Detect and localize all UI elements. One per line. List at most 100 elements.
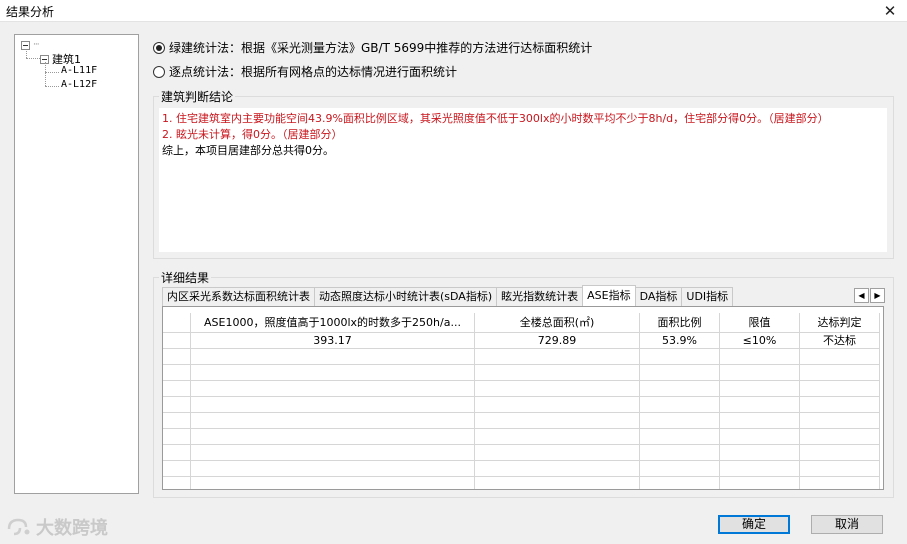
row-header[interactable] [163,413,191,429]
column-header-total-area[interactable]: 全楼总面积(㎡) [475,313,640,333]
empty-cell[interactable] [475,461,640,477]
column-header-area-ratio[interactable]: 面积比例 [640,313,720,333]
empty-cell[interactable] [191,477,475,489]
conclusion-group-label: 建筑判断结论 [159,88,236,105]
empty-cell[interactable] [475,445,640,461]
tree-root-dots: ··· [33,40,40,50]
tab-udi[interactable]: UDI指标 [681,287,734,306]
empty-cell[interactable] [720,477,800,489]
tree-item-floor-12[interactable]: A-L12F [61,79,97,90]
tab-scroll-left-icon[interactable]: ◀ [854,288,869,303]
tree-item-floor-label: A-L11F [61,65,98,76]
tree-item-floor-label: A-L12F [61,79,98,90]
cancel-button[interactable]: 取消 [811,515,883,534]
empty-cell[interactable] [720,397,800,413]
conclusion-text: 1. 住宅建筑室内主要功能空间43.9%面积比例区域，其采光照度值不低于300l… [159,108,887,252]
empty-cell[interactable] [191,413,475,429]
row-header[interactable] [163,461,191,477]
empty-cell[interactable] [800,413,880,429]
empty-cell[interactable] [800,445,880,461]
radio-checked-icon[interactable] [153,41,165,54]
empty-cell[interactable] [800,397,880,413]
method-option-green-building[interactable]: 绿建统计法：根据《采光测量方法》GB/T 5699中推荐的方法进行达标面积统计 [153,39,592,56]
close-icon[interactable]: ✕ [879,0,901,22]
empty-cell[interactable] [475,477,640,489]
empty-cell[interactable] [191,397,475,413]
watermark: 大数跨境 [6,514,108,540]
method-option-point-by-point[interactable]: 逐点统计法：根据所有网格点的达标情况进行面积统计 [153,63,457,80]
empty-cell[interactable] [475,381,640,397]
empty-cell[interactable] [720,381,800,397]
empty-cell[interactable] [475,413,640,429]
empty-cell[interactable] [191,381,475,397]
ok-button[interactable]: 确定 [718,515,790,534]
tab-da[interactable]: DA指标 [634,287,683,306]
row-header[interactable] [163,381,191,397]
tab-daylight-factor[interactable]: 内区采光系数达标面积统计表 [162,287,315,306]
row-header[interactable] [163,429,191,445]
empty-cell[interactable] [800,429,880,445]
row-header-corner [163,313,191,333]
empty-cell[interactable] [475,429,640,445]
empty-cell[interactable] [800,461,880,477]
results-table[interactable]: ASE1000，照度值高于1000lx的时数多于250h/a... 全楼总面积(… [162,306,884,490]
details-tabs: 内区采光系数达标面积统计表 动态照度达标小时统计表(sDA指标) 眩光指数统计表… [162,285,734,306]
cell-ase-area[interactable]: 393.17 [191,333,475,349]
empty-cell[interactable] [640,429,720,445]
cell-limit[interactable]: ≤10% [720,333,800,349]
empty-cell[interactable] [640,397,720,413]
empty-cell[interactable] [191,429,475,445]
empty-cell[interactable] [640,445,720,461]
title-bar: 结果分析 ✕ [0,0,907,22]
column-header-judgement[interactable]: 达标判定 [800,313,880,333]
row-header[interactable] [163,365,191,381]
empty-cell[interactable] [640,413,720,429]
empty-cell[interactable] [720,413,800,429]
details-group-label: 详细结果 [159,269,212,286]
empty-cell[interactable] [800,381,880,397]
row-header[interactable] [163,445,191,461]
building-tree[interactable]: ··· 建筑1 A-L11F A-L12F [14,34,139,494]
tab-glare[interactable]: 眩光指数统计表 [496,287,584,306]
empty-cell[interactable] [640,381,720,397]
column-header-ase1000[interactable]: ASE1000，照度值高于1000lx的时数多于250h/a... [191,313,475,333]
cell-area-ratio[interactable]: 53.9% [640,333,720,349]
tab-scroll-right-icon[interactable]: ▶ [870,288,885,303]
empty-cell[interactable] [475,365,640,381]
empty-cell[interactable] [640,477,720,489]
empty-cell[interactable] [640,461,720,477]
empty-cell[interactable] [720,349,800,365]
cell-total-area[interactable]: 729.89 [475,333,640,349]
window-title: 结果分析 [6,5,55,19]
row-header[interactable] [163,333,191,349]
empty-cell[interactable] [800,365,880,381]
empty-cell[interactable] [191,445,475,461]
tree-item-floor-11[interactable]: A-L11F [61,65,97,76]
empty-cell[interactable] [475,349,640,365]
empty-cell[interactable] [475,397,640,413]
empty-cell[interactable] [640,365,720,381]
conclusion-line-1: 1. 住宅建筑室内主要功能空间43.9%面积比例区域，其采光照度值不低于300l… [162,112,829,125]
row-header[interactable] [163,349,191,365]
empty-cell[interactable] [191,365,475,381]
empty-cell[interactable] [720,445,800,461]
empty-cell[interactable] [800,349,880,365]
cell-judgement[interactable]: 不达标 [800,333,880,349]
method-option-label: 绿建统计法：根据《采光测量方法》GB/T 5699中推荐的方法进行达标面积统计 [169,41,593,55]
conclusion-line-2: 2. 眩光未计算，得0分。（居建部分） [162,128,343,141]
empty-cell[interactable] [800,477,880,489]
tab-ase[interactable]: ASE指标 [582,285,636,306]
empty-cell[interactable] [720,461,800,477]
empty-cell[interactable] [191,461,475,477]
empty-cell[interactable] [191,349,475,365]
empty-cell[interactable] [640,349,720,365]
tab-sda[interactable]: 动态照度达标小时统计表(sDA指标) [314,287,498,306]
tree-root[interactable]: ··· [21,40,40,50]
column-header-limit[interactable]: 限值 [720,313,800,333]
collapse-icon[interactable] [21,40,30,50]
row-header[interactable] [163,397,191,413]
empty-cell[interactable] [720,429,800,445]
row-header[interactable] [163,477,191,489]
radio-unchecked-icon[interactable] [153,65,165,78]
empty-cell[interactable] [720,365,800,381]
